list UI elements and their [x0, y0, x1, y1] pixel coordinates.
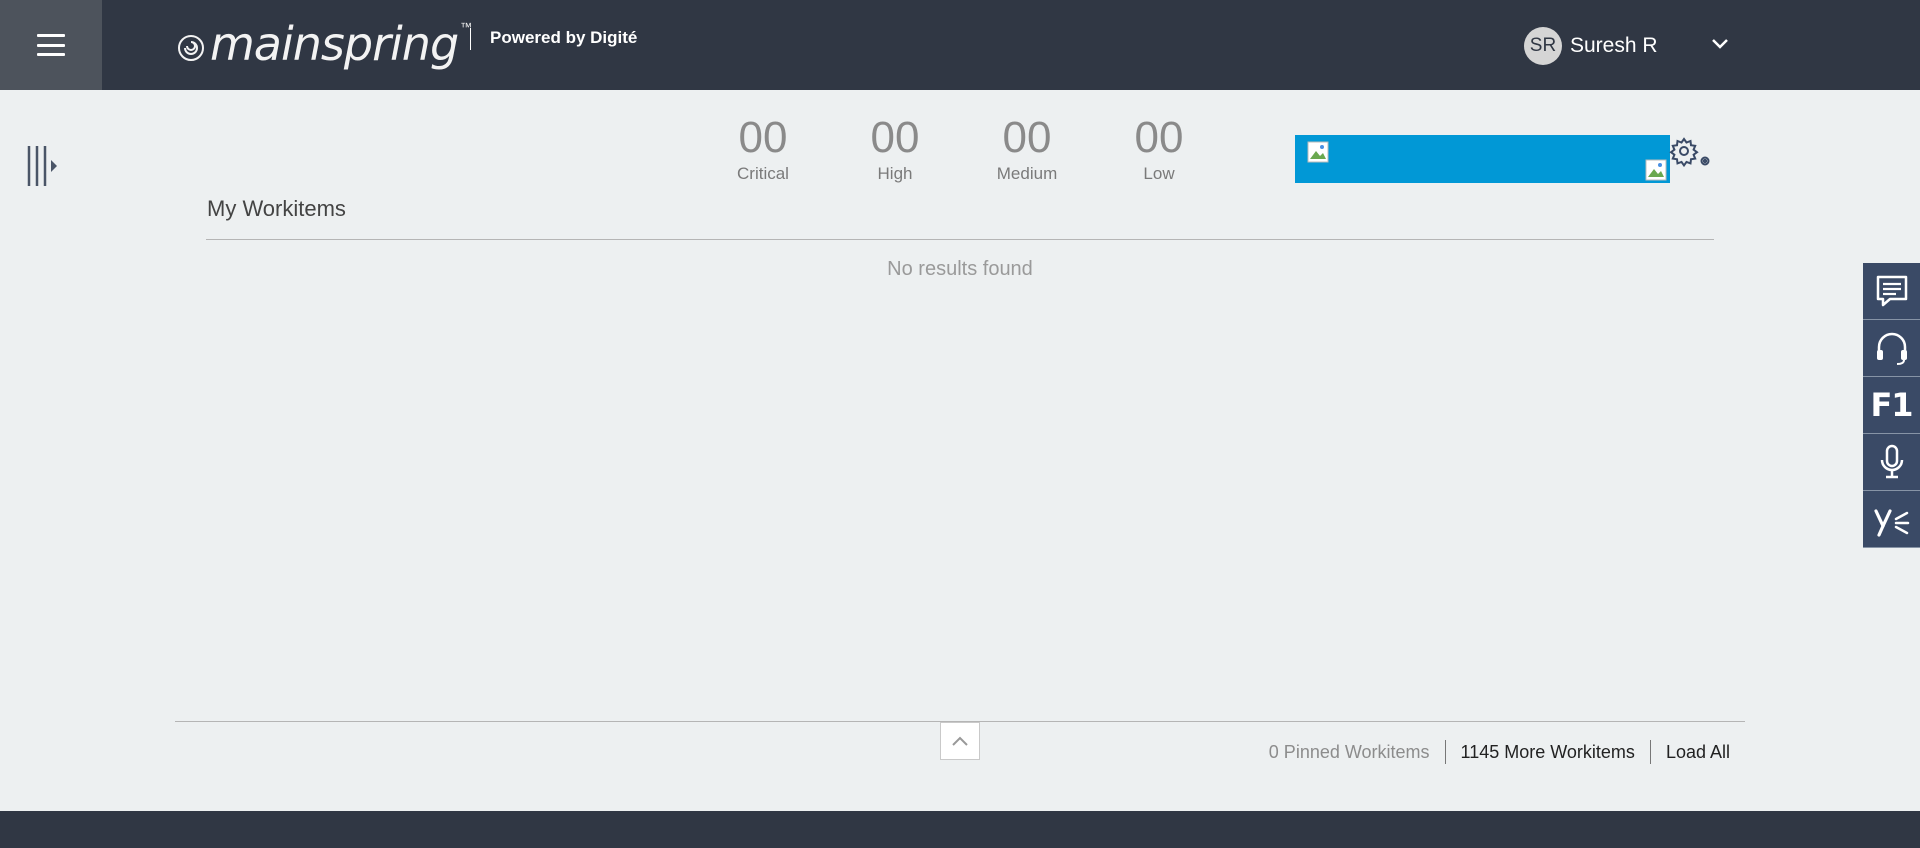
counter-value: 00: [870, 113, 920, 162]
user-menu[interactable]: SR Suresh R: [1524, 27, 1658, 65]
page-footer: [0, 811, 1920, 848]
counter-value: 00: [738, 113, 788, 162]
headset-icon: [1876, 332, 1907, 365]
avatar: SR: [1524, 27, 1562, 65]
user-name: Suresh R: [1570, 34, 1658, 57]
broken-image-icon: [1645, 159, 1667, 181]
f1-help-button[interactable]: F1: [1863, 377, 1920, 434]
high-counter[interactable]: 00 High: [840, 113, 950, 184]
logo-divider: [470, 28, 471, 50]
chat-icon: [1876, 275, 1907, 307]
top-header: mainspring ™ Powered by Digité SR Suresh…: [0, 0, 1920, 90]
counter-label: High: [877, 164, 913, 184]
chevron-up-icon: [952, 736, 968, 746]
powered-by-text: Powered by Digité: [490, 28, 638, 47]
chat-button[interactable]: [1863, 263, 1920, 320]
scroll-up-button[interactable]: [940, 722, 980, 760]
side-toolbar: F1: [1863, 263, 1920, 548]
banner-strip: [1295, 135, 1670, 183]
chevron-down-icon[interactable]: [1710, 36, 1730, 52]
counter-label: Low: [1143, 164, 1175, 184]
pinned-workitems-count: 0 Pinned Workitems: [1268, 741, 1430, 762]
counter-label: Medium: [996, 164, 1058, 184]
counter-value: 00: [1134, 113, 1184, 162]
brand-name: mainspring: [210, 17, 459, 71]
hamburger-menu-button[interactable]: [0, 0, 102, 90]
hamburger-icon: [37, 34, 65, 56]
section-divider: [206, 239, 1714, 240]
critical-counter[interactable]: 00 Critical: [708, 113, 818, 184]
support-button[interactable]: [1863, 320, 1920, 377]
mainspring-logo: mainspring ™: [176, 14, 472, 74]
link-separator: [1649, 740, 1651, 764]
voice-button[interactable]: [1863, 434, 1920, 491]
workitem-footer-links: 0 Pinned Workitems 1145 More Workitems L…: [1269, 740, 1730, 764]
counter-label: Critical: [737, 164, 789, 184]
swirl-icon: [178, 35, 204, 61]
empty-state: No results found: [0, 258, 1920, 281]
low-counter[interactable]: 00 Low: [1104, 113, 1214, 184]
no-results-text: No results found: [887, 258, 1033, 280]
yammer-icon: [1873, 509, 1909, 537]
load-all-link[interactable]: Load All: [1666, 742, 1730, 763]
panel-expand-icon[interactable]: [26, 144, 60, 188]
medium-counter[interactable]: 00 Medium: [972, 113, 1082, 184]
yammer-button[interactable]: [1863, 491, 1920, 548]
link-separator: [1444, 740, 1446, 764]
broken-image-icon: [1307, 141, 1329, 163]
f1-help-label: F1: [1870, 386, 1913, 424]
counter-value: 00: [1002, 113, 1052, 162]
my-workitems-title: My Workitems: [207, 196, 346, 221]
more-workitems-link[interactable]: 1145 More Workitems: [1461, 742, 1635, 763]
settings-gear-icon[interactable]: [1668, 134, 1712, 172]
microphone-icon: [1880, 444, 1903, 479]
